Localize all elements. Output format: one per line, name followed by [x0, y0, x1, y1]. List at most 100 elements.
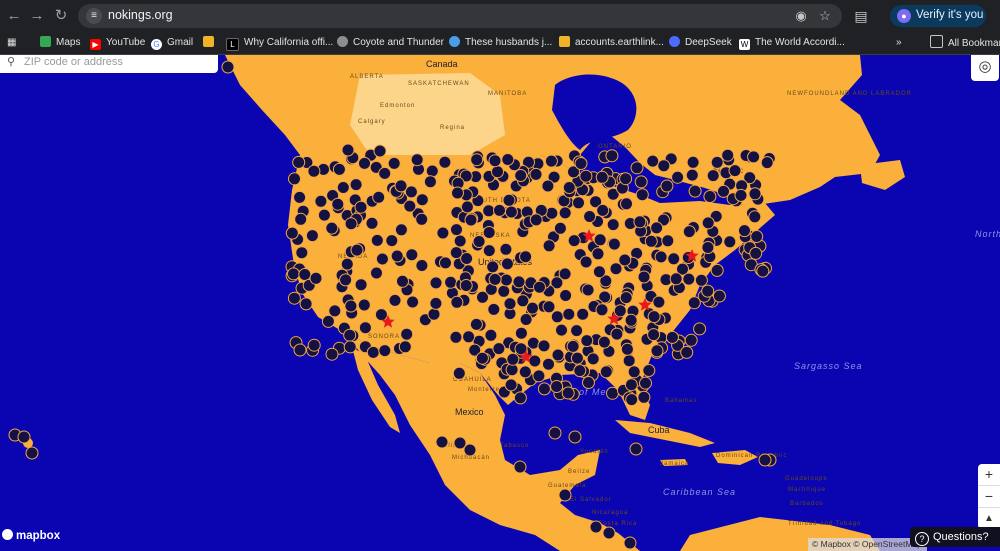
event-marker[interactable]	[622, 354, 636, 368]
event-marker[interactable]	[514, 326, 528, 340]
event-marker[interactable]	[639, 376, 652, 390]
event-marker[interactable]	[650, 221, 664, 235]
bookmark-world[interactable]: W The World Accordi...	[739, 35, 845, 51]
event-marker[interactable]	[529, 167, 543, 181]
event-marker[interactable]	[499, 273, 513, 287]
event-marker[interactable]	[630, 161, 644, 175]
event-marker[interactable]	[17, 430, 31, 444]
event-marker[interactable]	[717, 184, 730, 198]
event-marker[interactable]	[309, 271, 323, 285]
event-marker[interactable]	[550, 380, 564, 393]
event-marker[interactable]	[295, 246, 309, 260]
event-marker[interactable]	[694, 273, 708, 287]
event-marker[interactable]	[476, 290, 489, 304]
event-marker[interactable]	[685, 168, 699, 182]
event-marker[interactable]	[599, 365, 613, 379]
event-marker[interactable]	[514, 169, 528, 182]
event-marker[interactable]	[568, 430, 582, 444]
event-marker[interactable]	[618, 253, 632, 267]
tab-search-icon[interactable]: ▤	[851, 6, 871, 26]
event-marker[interactable]	[378, 344, 392, 358]
event-marker[interactable]	[647, 310, 661, 324]
event-marker[interactable]	[340, 257, 354, 271]
event-marker[interactable]	[582, 376, 595, 389]
event-marker[interactable]	[354, 200, 368, 214]
event-marker[interactable]	[533, 280, 546, 294]
event-marker[interactable]	[449, 330, 463, 344]
compass-button[interactable]: ▲	[978, 508, 1000, 529]
event-marker[interactable]	[378, 166, 392, 180]
event-marker[interactable]	[644, 234, 658, 248]
event-marker[interactable]	[567, 234, 581, 248]
event-marker[interactable]	[652, 295, 666, 309]
event-marker[interactable]	[482, 204, 496, 218]
event-marker[interactable]	[344, 299, 358, 313]
event-marker[interactable]	[435, 435, 449, 449]
event-marker[interactable]	[553, 221, 567, 235]
event-marker[interactable]	[293, 343, 307, 357]
event-marker[interactable]	[314, 194, 328, 208]
zoom-in-button[interactable]: +	[978, 464, 1000, 486]
event-marker[interactable]	[591, 247, 605, 261]
event-marker[interactable]	[504, 205, 518, 219]
event-marker[interactable]	[475, 351, 489, 365]
event-marker[interactable]	[513, 391, 527, 405]
event-marker[interactable]	[561, 386, 575, 400]
event-marker[interactable]	[488, 154, 502, 168]
event-marker[interactable]	[385, 234, 399, 248]
event-marker[interactable]	[516, 294, 530, 308]
event-marker[interactable]	[667, 252, 681, 266]
event-marker[interactable]	[415, 259, 429, 272]
event-marker[interactable]	[657, 159, 671, 173]
event-marker[interactable]	[710, 155, 724, 169]
event-marker[interactable]	[341, 143, 355, 157]
event-marker[interactable]	[581, 283, 595, 297]
event-marker[interactable]	[438, 155, 452, 169]
event-marker[interactable]	[613, 304, 627, 318]
event-marker[interactable]	[374, 308, 388, 322]
event-marker[interactable]	[570, 351, 584, 365]
event-marker[interactable]	[606, 218, 620, 232]
event-marker[interactable]	[607, 237, 621, 251]
event-marker[interactable]	[415, 212, 429, 226]
event-marker[interactable]	[597, 335, 611, 349]
event-marker[interactable]	[758, 453, 772, 467]
event-marker[interactable]	[706, 169, 720, 183]
event-marker[interactable]	[559, 289, 573, 302]
event-marker[interactable]	[710, 263, 724, 277]
event-marker[interactable]	[635, 188, 649, 202]
event-marker[interactable]	[701, 241, 715, 254]
event-marker[interactable]	[574, 157, 588, 170]
event-marker[interactable]	[610, 327, 624, 341]
event-marker[interactable]	[425, 164, 439, 178]
event-marker[interactable]	[602, 526, 616, 540]
forward-arrow-icon[interactable]: →	[27, 6, 47, 26]
event-marker[interactable]	[627, 365, 641, 379]
event-marker[interactable]	[544, 154, 558, 168]
event-marker[interactable]	[589, 520, 603, 534]
event-marker[interactable]	[633, 215, 647, 229]
event-marker[interactable]	[486, 260, 500, 274]
event-marker[interactable]	[748, 210, 762, 224]
questions-button[interactable]: ? Questions?	[910, 527, 1000, 547]
event-marker[interactable]	[339, 273, 353, 287]
event-marker[interactable]	[221, 60, 235, 74]
event-marker[interactable]	[499, 242, 513, 256]
event-marker[interactable]	[573, 364, 587, 378]
event-marker[interactable]	[436, 226, 450, 240]
event-marker[interactable]	[375, 252, 389, 266]
event-marker[interactable]	[400, 327, 414, 341]
event-marker[interactable]	[642, 364, 656, 377]
event-marker[interactable]	[624, 313, 638, 327]
map-canvas[interactable]: CanadaUnited StatesMexicoCubaALBERTASASK…	[0, 55, 1000, 551]
event-marker[interactable]	[634, 175, 648, 189]
event-marker[interactable]	[484, 328, 498, 342]
event-marker[interactable]	[287, 267, 300, 281]
event-marker[interactable]	[646, 154, 660, 168]
event-marker[interactable]	[570, 324, 584, 338]
event-marker[interactable]	[512, 275, 526, 289]
bookmark-earthlink[interactable]: accounts.earthlink...	[559, 35, 664, 51]
event-marker[interactable]	[583, 210, 597, 223]
event-marker[interactable]	[501, 153, 515, 166]
event-marker[interactable]	[738, 224, 751, 238]
